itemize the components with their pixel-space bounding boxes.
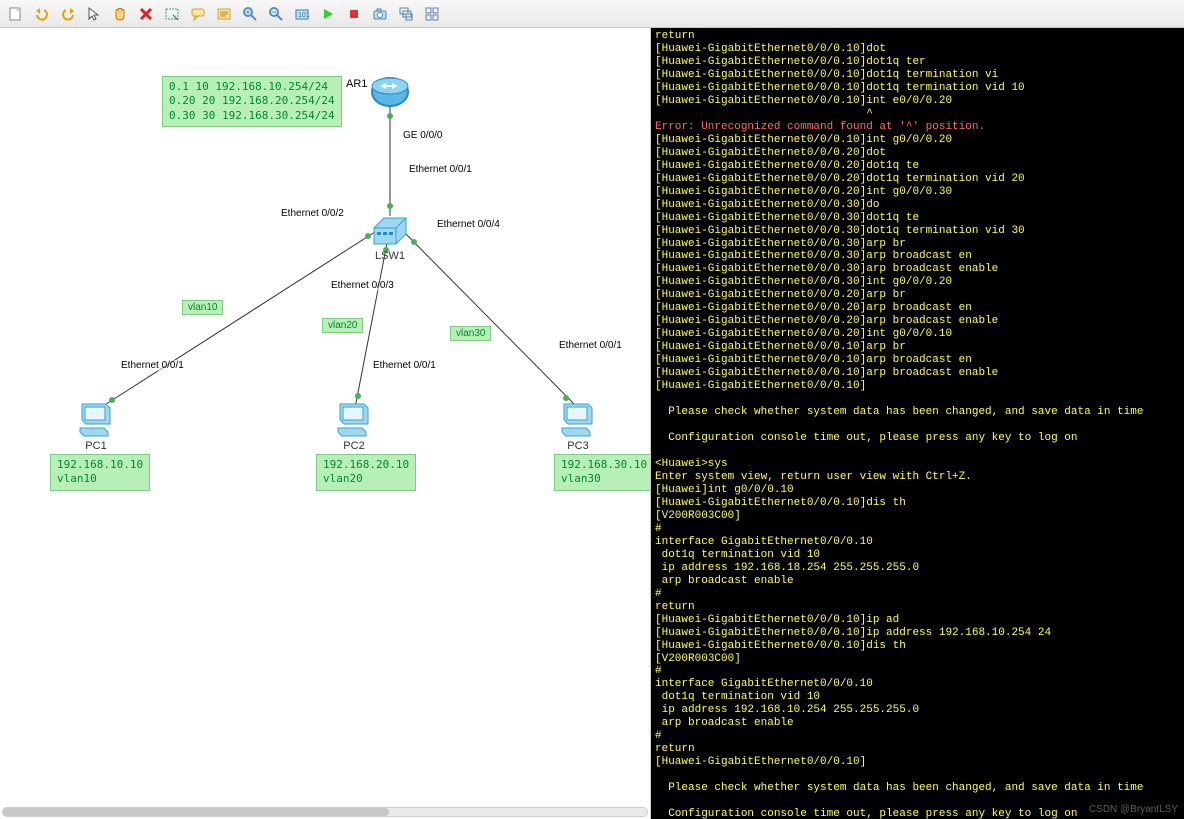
- toolbar: 101: [0, 0, 1184, 28]
- note-pc2[interactable]: 192.168.20.10 vlan20: [316, 454, 416, 491]
- port-label-eth003-sw: Ethernet 0/0/3: [330, 280, 395, 291]
- undo-button[interactable]: [30, 3, 54, 25]
- note-button[interactable]: [212, 3, 236, 25]
- device-label-pc3: PC3: [567, 440, 588, 452]
- pc-icon: [76, 398, 116, 438]
- port-label-eth001-pc2: Ethernet 0/0/1: [372, 360, 437, 371]
- pointer-button[interactable]: [82, 3, 106, 25]
- vlan-tag-30[interactable]: vlan30: [450, 326, 491, 341]
- rectangle-select-button[interactable]: [160, 3, 184, 25]
- zoom-out-button[interactable]: [264, 3, 288, 25]
- device-label-pc2: PC2: [343, 440, 364, 452]
- device-pc3[interactable]: PC3: [558, 398, 598, 452]
- hand-pan-button[interactable]: [108, 3, 132, 25]
- workspace: 0.1 10 192.168.10.254/24 0.20 20 192.168…: [0, 28, 1184, 819]
- pc-icon: [558, 398, 598, 438]
- scrollbar-thumb[interactable]: [3, 808, 389, 816]
- vlan-tag-10[interactable]: vlan10: [182, 300, 223, 315]
- topology-canvas[interactable]: 0.1 10 192.168.10.254/24 0.20 20 192.168…: [0, 28, 650, 819]
- port-label-eth001-pc1: Ethernet 0/0/1: [120, 360, 185, 371]
- cli-terminal[interactable]: return [Huawei-GigabitEthernet0/0/0.10]d…: [651, 28, 1184, 819]
- stack-layout-button[interactable]: [394, 3, 418, 25]
- stop-all-button[interactable]: [342, 3, 366, 25]
- device-pc2[interactable]: PC2: [334, 398, 374, 452]
- topology-canvas-pane: 0.1 10 192.168.10.254/24 0.20 20 192.168…: [0, 28, 651, 819]
- device-pc1[interactable]: PC1: [76, 398, 116, 452]
- device-label-lsw1: LSW1: [375, 250, 405, 262]
- port-label-eth002-sw: Ethernet 0/0/2: [280, 208, 345, 219]
- snapshot-button[interactable]: 101: [290, 3, 314, 25]
- start-all-button[interactable]: [316, 3, 340, 25]
- device-lsw1[interactable]: LSW1: [370, 208, 410, 262]
- note-pc3[interactable]: 192.168.30.10 vlan30: [554, 454, 651, 491]
- note-pc1[interactable]: 192.168.10.10 vlan10: [50, 454, 150, 491]
- grid-layout-button[interactable]: [420, 3, 444, 25]
- router-icon: [370, 72, 410, 112]
- port-label-eth004-sw: Ethernet 0/0/4: [436, 219, 501, 230]
- svg-text:101: 101: [298, 12, 310, 19]
- vlan-tag-20[interactable]: vlan20: [322, 318, 363, 333]
- note-subinterfaces[interactable]: 0.1 10 192.168.10.254/24 0.20 20 192.168…: [162, 76, 342, 127]
- port-label-eth001-sw-top: Ethernet 0/0/1: [408, 164, 473, 175]
- zoom-in-button[interactable]: [238, 3, 262, 25]
- pc-icon: [334, 398, 374, 438]
- port-label-ge000: GE 0/0/0: [402, 130, 443, 141]
- device-ar1[interactable]: [370, 72, 410, 112]
- capture-button[interactable]: [368, 3, 392, 25]
- redo-button[interactable]: [56, 3, 80, 25]
- delete-button[interactable]: [134, 3, 158, 25]
- port-label-eth001-pc3: Ethernet 0/0/1: [558, 340, 623, 351]
- switch-icon: [370, 208, 410, 248]
- canvas-scrollbar-h[interactable]: [2, 807, 648, 817]
- new-topology-button[interactable]: [4, 3, 28, 25]
- balloon-button[interactable]: [186, 3, 210, 25]
- device-label-pc1: PC1: [85, 440, 106, 452]
- device-label-ar1: AR1: [346, 78, 367, 90]
